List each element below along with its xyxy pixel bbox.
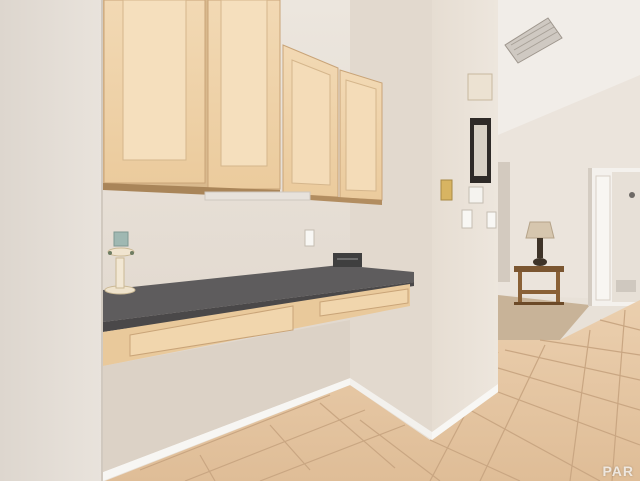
framed-picture: [470, 118, 491, 183]
left-wall: [0, 0, 103, 481]
room-illustration: [0, 0, 640, 481]
light-switch-1: [461, 209, 473, 229]
under-cabinet-light: [204, 191, 311, 201]
kitchen-desk-photo: [0, 0, 640, 481]
thermostat: [468, 186, 484, 204]
photo-watermark: PAR: [602, 463, 634, 479]
doorway: [588, 168, 640, 306]
doorbell-chime: [467, 73, 493, 101]
light-switch-2: [486, 211, 497, 229]
light-switch-gold: [440, 179, 453, 201]
wall-outlet: [304, 229, 315, 247]
desk-sign: [333, 253, 362, 267]
wall-niche: [498, 162, 510, 282]
pillar-wall: [350, 0, 432, 440]
